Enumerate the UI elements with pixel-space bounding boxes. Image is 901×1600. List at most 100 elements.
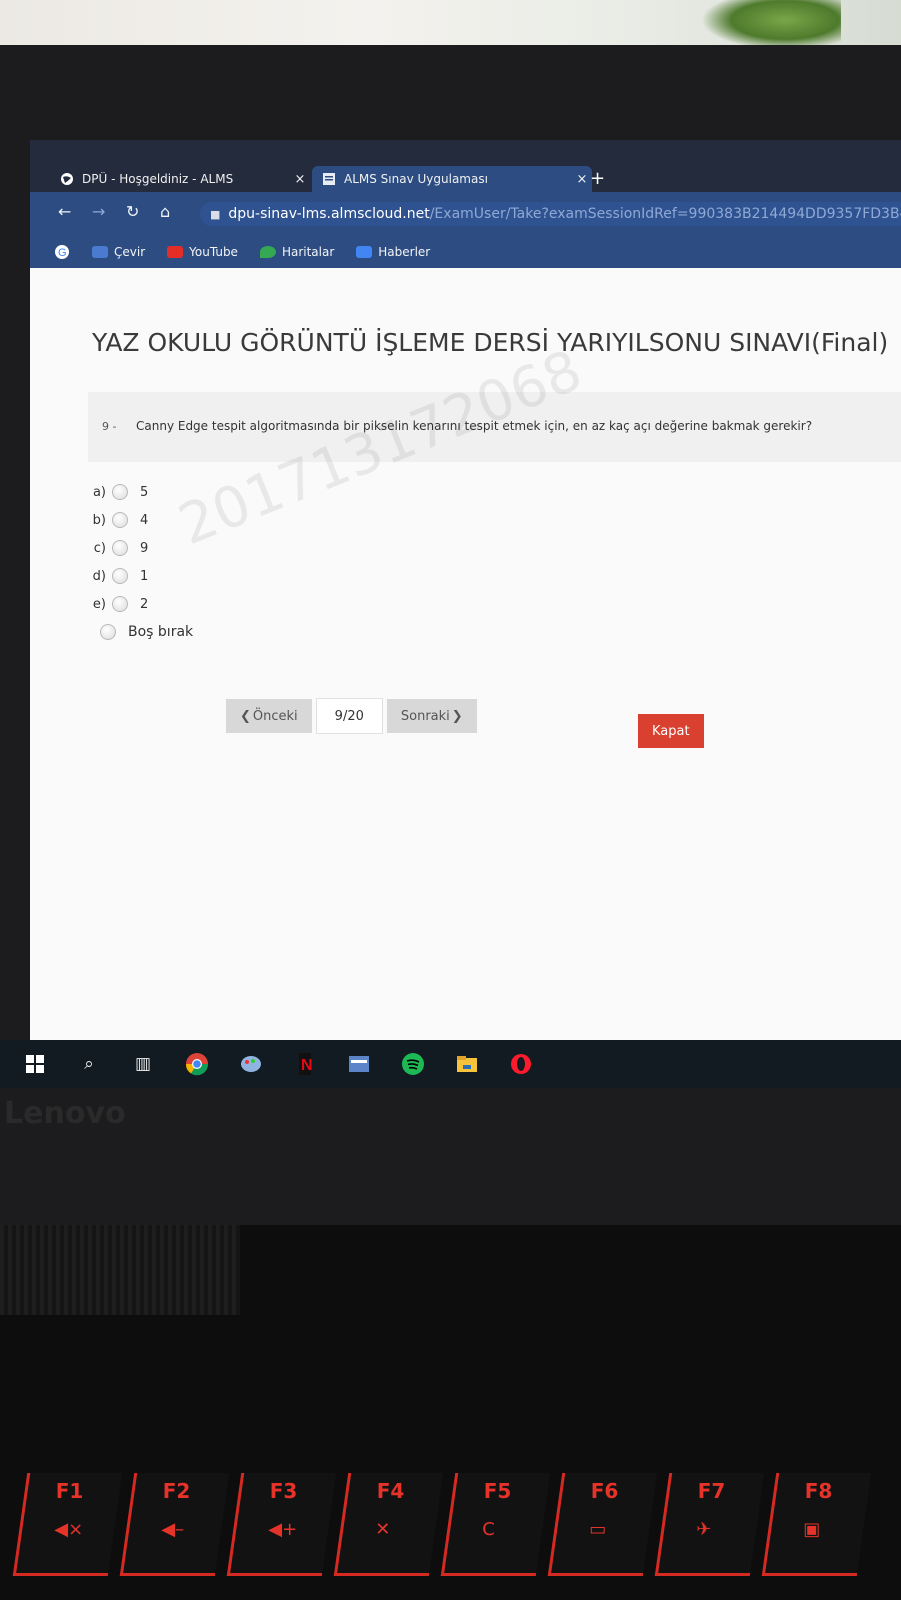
bookmark-label: Haberler (378, 245, 431, 259)
paint-icon[interactable] (238, 1051, 264, 1077)
mute-icon: ◀× (54, 1519, 84, 1540)
back-arrow-icon[interactable]: ← (58, 202, 71, 221)
refresh-icon: C (482, 1519, 495, 1540)
tab-alms-exam[interactable]: ALMS Sınav Uygulaması × (312, 166, 592, 192)
task-view-icon[interactable]: ▥ (130, 1051, 156, 1077)
bookmark-haberler[interactable]: Haberler (356, 245, 430, 259)
radio-button[interactable] (112, 512, 128, 528)
f3-key[interactable]: F3 ◀+ (226, 1473, 337, 1576)
bookmark-label: Çevir (114, 245, 146, 259)
airplane-icon: ✈ (696, 1519, 712, 1540)
key-label: F5 (483, 1479, 512, 1503)
app-icon[interactable] (346, 1051, 372, 1077)
document-icon (322, 172, 336, 186)
chevron-right-icon: ❯ (451, 708, 463, 724)
windows-taskbar: ⌕ ▥ N (0, 1040, 901, 1088)
file-explorer-icon[interactable] (454, 1051, 480, 1077)
option-e[interactable]: e) 2 (80, 590, 148, 618)
option-value: 4 (140, 512, 149, 528)
radio-button[interactable] (112, 540, 128, 556)
bookmark-label: YouTube (189, 245, 238, 259)
url-path: /ExamUser/Take?examSessionIdRef=990383B2… (429, 206, 901, 222)
radio-button[interactable] (112, 568, 128, 584)
google-icon[interactable]: G (54, 244, 70, 260)
search-icon[interactable]: ⌕ (76, 1051, 102, 1077)
volume-up-icon: ◀+ (268, 1519, 298, 1540)
key-label: F2 (162, 1479, 191, 1503)
radio-button[interactable] (112, 484, 128, 500)
tab-title: ALMS Sınav Uygulaması (344, 172, 488, 186)
close-exam-button[interactable]: Kapat (638, 714, 704, 748)
f4-key[interactable]: F4 ✕ (333, 1473, 444, 1576)
f8-key[interactable]: F8 ▣ (761, 1473, 872, 1576)
option-skip[interactable]: Boş bırak (100, 624, 193, 640)
chrome-icon[interactable] (184, 1051, 210, 1077)
tab-title: DPÜ - Hoşgeldiniz - ALMS (82, 172, 234, 186)
f1-key[interactable]: F1 ◀× (12, 1473, 123, 1576)
question-pager: ❮ Önceki 9/20 Sonraki ❯ (226, 698, 477, 734)
page-title: YAZ OKULU GÖRÜNTÜ İŞLEME DERSİ YARIYILSO… (92, 328, 889, 357)
opera-icon[interactable] (508, 1051, 534, 1077)
option-a[interactable]: a) 5 (80, 478, 148, 506)
close-tab-icon[interactable]: × (572, 172, 592, 187)
svg-text:N: N (301, 1057, 312, 1074)
bookmark-label: Haritalar (281, 245, 335, 259)
lenovo-logo: Lenovo (4, 1096, 126, 1131)
touchpad-icon: ▭ (589, 1519, 607, 1540)
globe-icon (60, 172, 74, 186)
f5-key[interactable]: F5 C (440, 1473, 551, 1576)
radio-button[interactable] (100, 624, 116, 640)
address-bar-row: ← → ↻ ⌂ ■ dpu-sinav-lms.almscloud.net /E… (30, 192, 901, 236)
next-button[interactable]: Sonraki ❯ (386, 699, 477, 733)
option-c[interactable]: c) 9 (80, 534, 148, 562)
camera-icon: ▣ (803, 1519, 821, 1540)
option-b[interactable]: b) 4 (80, 506, 148, 534)
maps-pin-icon (259, 246, 276, 258)
chevron-left-icon: ❮ (240, 708, 251, 724)
windows-start-icon[interactable] (22, 1051, 48, 1077)
youtube-icon (167, 246, 184, 258)
key-label: F8 (804, 1479, 833, 1503)
news-icon (356, 246, 373, 258)
spotify-icon[interactable] (400, 1051, 426, 1077)
option-key: a) (92, 484, 106, 500)
option-value: 2 (140, 596, 149, 612)
f7-key[interactable]: F7 ✈ (654, 1473, 765, 1576)
f2-key[interactable]: F2 ◀– (119, 1473, 230, 1576)
volume-down-icon: ◀– (161, 1519, 185, 1540)
close-tab-icon[interactable]: × (290, 172, 310, 187)
url-field[interactable]: ■ dpu-sinav-lms.almscloud.net /ExamUser/… (200, 202, 901, 226)
browser-tab-strip: DPÜ - Hoşgeldiniz - ALMS × ALMS Sınav Uy… (30, 140, 901, 192)
new-tab-button[interactable]: + (590, 168, 605, 189)
exam-page: YAZ OKULU GÖRÜNTÜ İŞLEME DERSİ YARIYILSO… (30, 268, 901, 1085)
bookmark-youtube[interactable]: YouTube (167, 245, 238, 259)
page-indicator: 9/20 (315, 698, 383, 734)
key-label: F6 (590, 1479, 619, 1503)
key-label: F4 (376, 1479, 405, 1503)
reload-icon[interactable]: ↻ (126, 202, 139, 221)
previous-label: Önceki (252, 708, 298, 724)
skip-label: Boş bırak (128, 624, 194, 640)
f6-key[interactable]: F6 ▭ (547, 1473, 658, 1576)
answer-options: a) 5 b) 4 c) 9 d) 1 e) 2 (80, 478, 148, 618)
translate-icon (92, 246, 108, 258)
option-key: d) (92, 568, 106, 584)
option-d[interactable]: d) 1 (80, 562, 148, 590)
option-key: b) (92, 512, 106, 528)
forward-arrow-icon[interactable]: → (92, 202, 105, 221)
lock-icon: ■ (210, 207, 221, 221)
next-label: Sonraki (400, 708, 450, 724)
previous-button[interactable]: ❮ Önceki (226, 699, 312, 733)
bookmark-haritalar[interactable]: Haritalar (259, 245, 335, 259)
home-icon[interactable]: ⌂ (160, 202, 170, 221)
radio-button[interactable] (112, 596, 128, 612)
netflix-icon[interactable]: N (292, 1051, 318, 1077)
question-number: 9 - (102, 420, 117, 433)
option-value: 5 (140, 484, 149, 500)
key-label: F7 (697, 1479, 726, 1503)
bookmark-cevir[interactable]: Çevir (92, 245, 145, 259)
laptop-keyboard: F1 ◀× F2 ◀– F3 ◀+ F4 ✕ F5 C F6 ▭ F7 ✈ F8… (0, 1225, 901, 1600)
tab-dpu-welcome[interactable]: DPÜ - Hoşgeldiniz - ALMS × (60, 166, 310, 192)
bookmarks-bar: G Çevir YouTube Haritalar Haberler (30, 236, 901, 268)
key-label: F3 (269, 1479, 298, 1503)
